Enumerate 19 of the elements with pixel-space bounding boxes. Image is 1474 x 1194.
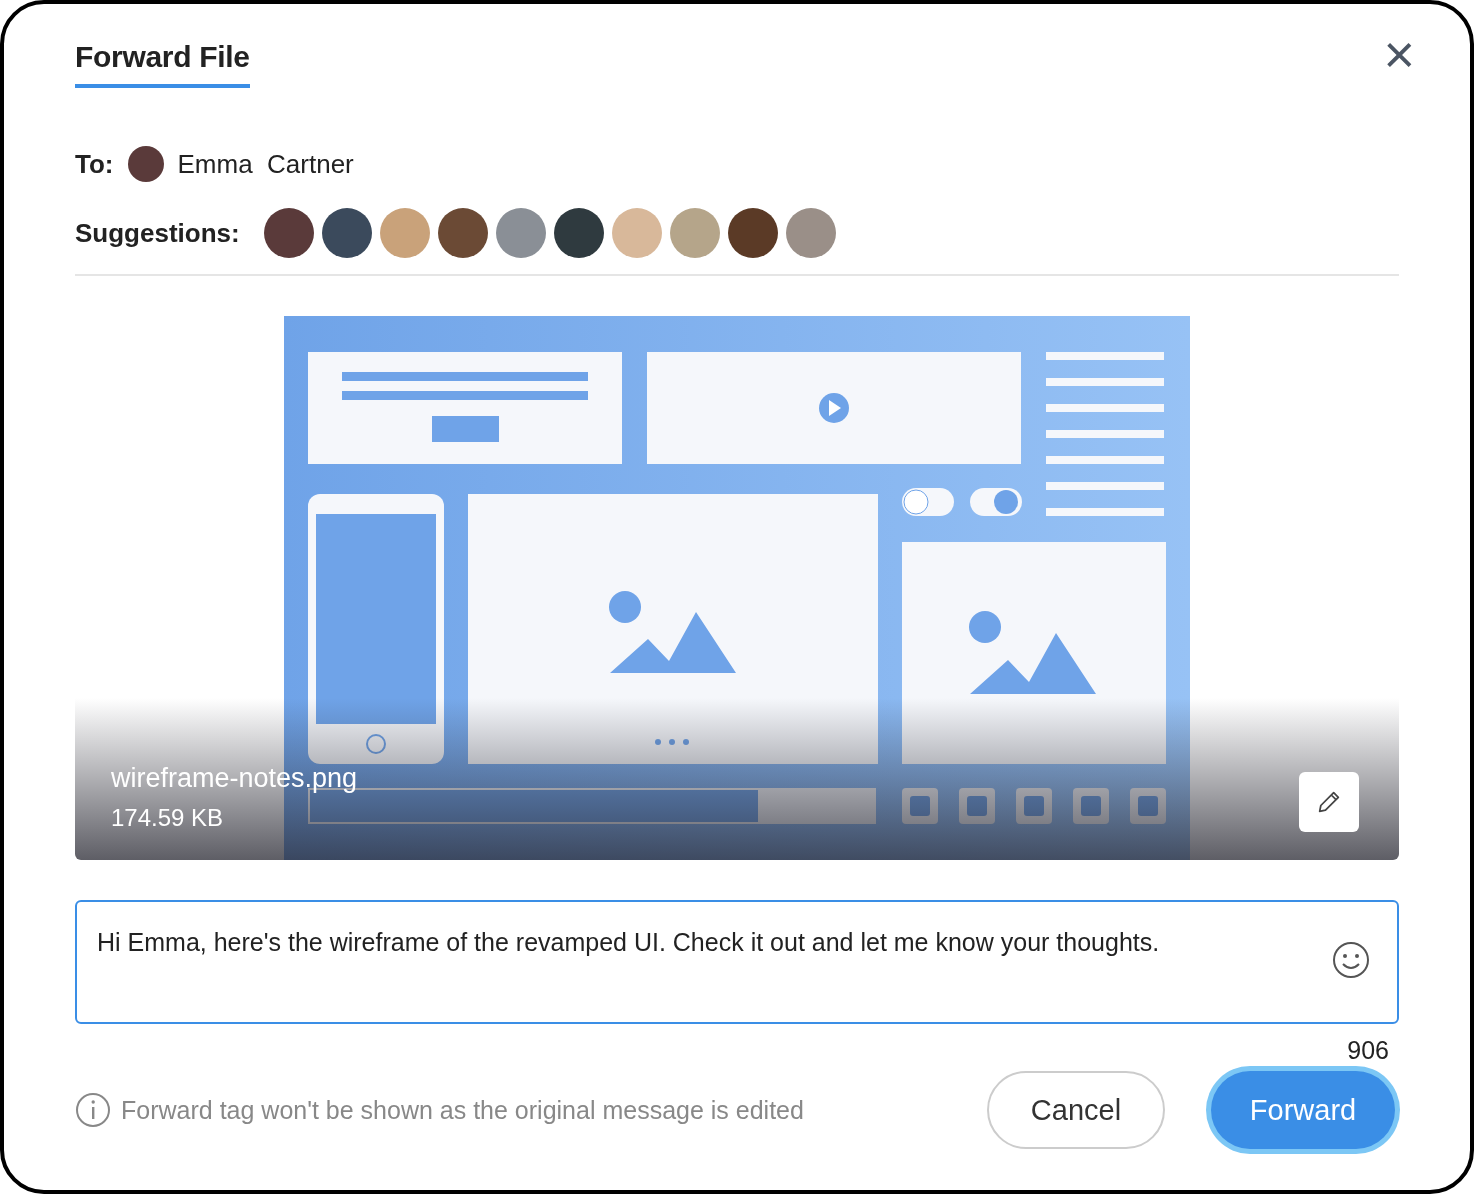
avatar-image[interactable] — [727, 208, 778, 258]
avatar-image — [127, 146, 164, 182]
close-button[interactable]: × — [1371, 32, 1427, 76]
recipient-name: Emma Cartner — [177, 148, 354, 180]
info-note: Forward tag won't be shown as the original message is edited — [121, 1095, 805, 1125]
avatar-image[interactable] — [553, 208, 604, 258]
message-field[interactable]: Hi Emma, here's the wireframe of the revamped UI. Check it out and let me know your thoughts. — [75, 900, 1399, 1024]
smiley-icon[interactable] — [1331, 940, 1371, 980]
avatar-image[interactable] — [437, 208, 488, 258]
avatar-image[interactable] — [263, 208, 314, 258]
avatar-image[interactable] — [321, 208, 372, 258]
file-size: 174.59 KB — [111, 804, 225, 832]
info-icon — [75, 1092, 111, 1128]
character-counter: 906 — [1346, 1036, 1390, 1065]
dialog-title: Forward File — [75, 40, 250, 88]
cancel-button[interactable]: Cancel — [987, 1071, 1165, 1149]
edit-button[interactable] — [1299, 772, 1359, 832]
to-label: To: — [75, 148, 114, 180]
suggestions-label: Suggestions: — [75, 217, 240, 249]
